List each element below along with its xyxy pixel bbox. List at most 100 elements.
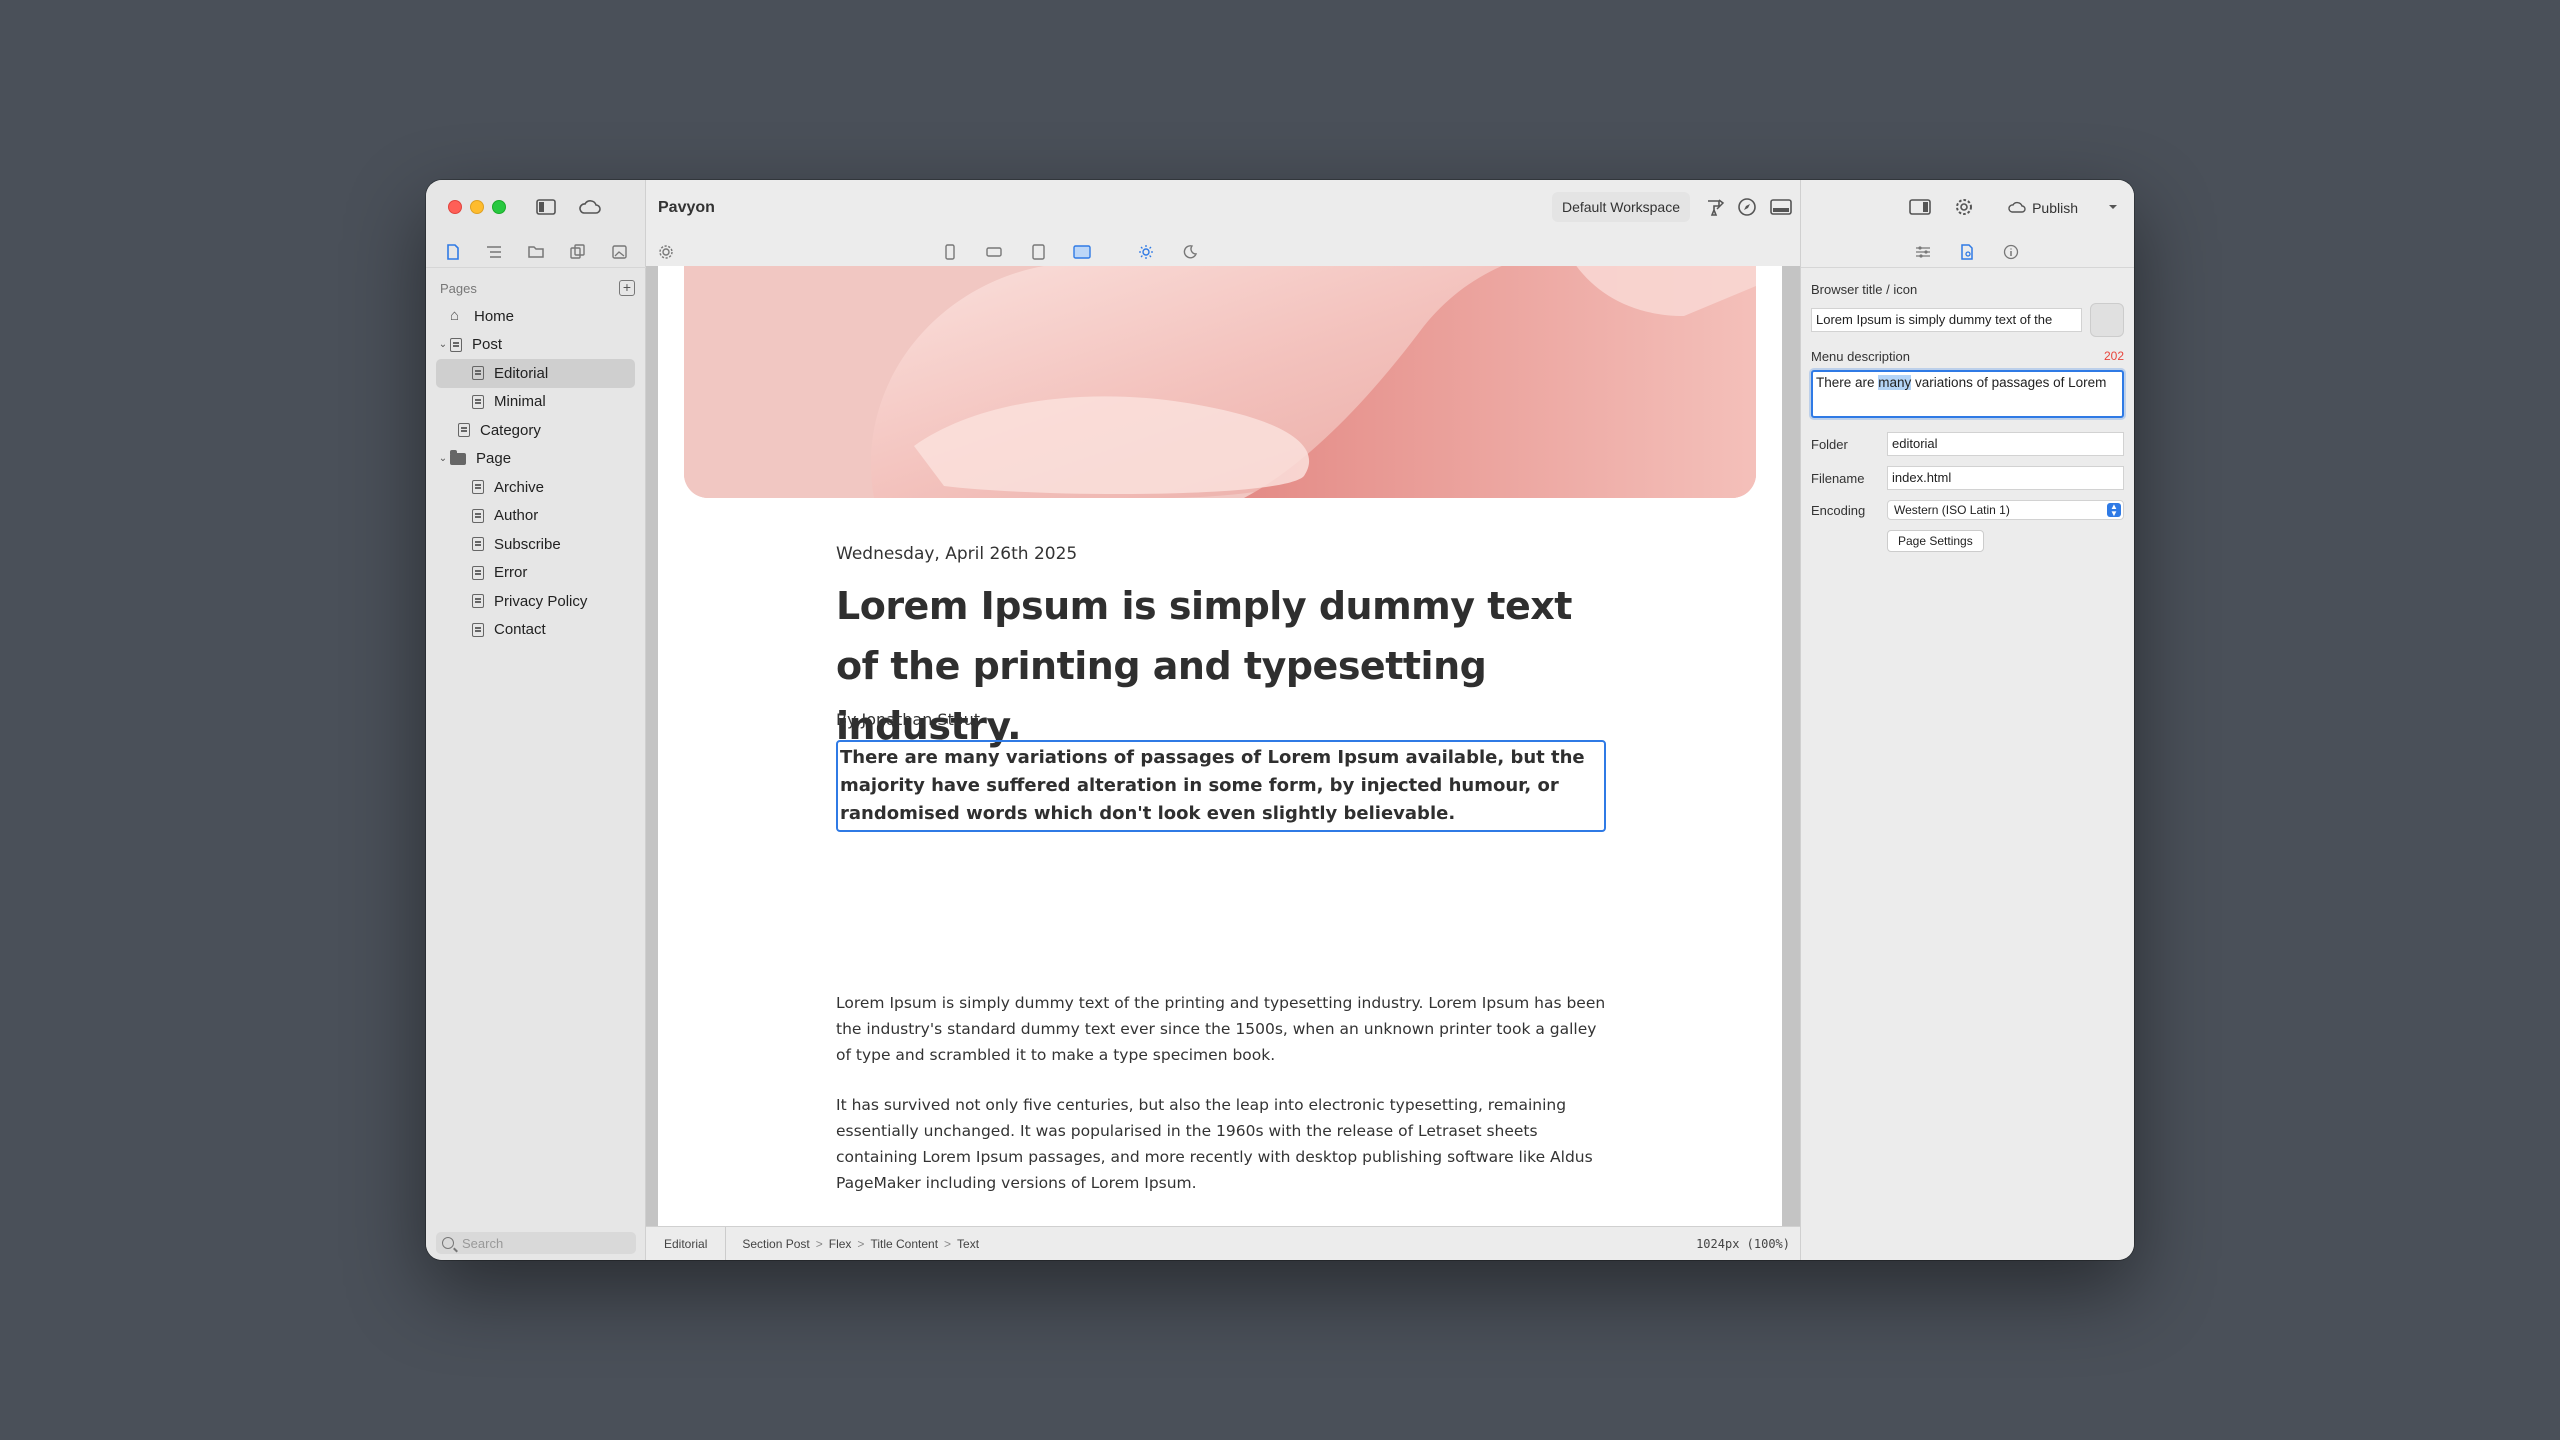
folder-row: Folder editorial [1811,432,2124,456]
menu-description-textarea[interactable]: There are many variations of passages of… [1811,370,2124,418]
select-arrows-icon: ▲ ▼ [2107,503,2121,518]
search-placeholder: Search [462,1235,504,1251]
breadcrumb-item[interactable]: Section Post [742,1237,809,1251]
sidebar-item-category[interactable]: Category [436,416,635,445]
folder-icon [450,449,466,465]
sliders-icon[interactable] [1913,242,1933,262]
sidebar-item-author[interactable]: Author [436,502,635,531]
close-window-button[interactable] [448,200,462,214]
article-excerpt-selected[interactable]: There are many variations of passages of… [836,740,1606,832]
character-counter: 202 [2103,349,2124,363]
zoom-window-button[interactable] [492,200,506,214]
cloud-icon[interactable] [578,196,602,218]
page-settings-tab-icon[interactable] [1957,242,1977,262]
tablet-icon[interactable] [1028,242,1048,262]
breadcrumb-item[interactable]: Title Content [870,1237,938,1251]
browser-title-label: Browser title / icon [1811,282,1918,297]
page-icon [458,423,470,438]
page-tree: ⌂ Home ⌄ Post Editorial Minimal Category [436,302,635,644]
encoding-label: Encoding [1811,502,1866,518]
page-icon [472,565,484,580]
chevron-down-icon[interactable]: ⌄ [436,453,450,464]
breadcrumb: Section Post > Flex > Title Content > Te… [742,1236,980,1251]
page-icon [472,366,484,381]
chevron-down-icon[interactable] [2100,194,2126,220]
status-bar: Editorial Section Post > Flex > Title Co… [646,1226,1800,1260]
panel-bottom-icon[interactable] [1768,194,1794,220]
sidebar: Pages + ⌂ Home ⌄ Post Editorial Minimal [426,180,646,1260]
sidebar-item-error[interactable]: Error [436,559,635,588]
sidebar-item-editorial[interactable]: Editorial [436,359,635,388]
app-title: Pavyon [658,199,715,216]
article-headline[interactable]: Lorem Ipsum is simply dummy text of the … [836,576,1606,756]
folder-input[interactable]: editorial [1887,432,2124,456]
folder-label: Folder [1811,436,1848,452]
canvas-toolbar [646,236,1800,268]
sidebar-item-minimal[interactable]: Minimal [436,388,635,417]
filename-input[interactable]: index.html [1887,466,2124,490]
article-paragraph[interactable]: It has survived not only five centuries,… [836,1092,1606,1196]
sidebar-item-privacy-policy[interactable]: Privacy Policy [436,587,635,616]
info-icon[interactable] [2001,242,2021,262]
search-icon [442,1237,454,1249]
phone-portrait-icon[interactable] [940,242,960,262]
minimize-window-button[interactable] [470,200,484,214]
cloud-upload-icon [2008,200,2026,216]
encoding-row: Encoding Western (ISO Latin 1) ▲ ▼ [1811,500,2124,520]
status-page-name: Editorial [646,1227,727,1260]
page-canvas: Wednesday, April 26th 2025 Lorem Ipsum i… [658,266,1782,1226]
folder-tab-icon[interactable] [523,239,549,265]
page-icon [472,622,484,637]
add-page-button[interactable]: + [619,280,635,296]
page-icon [472,394,484,409]
sidebar-item-archive[interactable]: Archive [436,473,635,502]
sidebar-search[interactable]: Search [436,1232,636,1254]
article-paragraph[interactable]: Lorem Ipsum is simply dummy text of the … [836,990,1606,1068]
sidebar-item-post[interactable]: ⌄ Post [436,331,635,360]
publish-label: Publish [2032,200,2078,216]
pages-tab-icon[interactable] [440,239,466,265]
favicon-well[interactable] [2090,303,2124,337]
desktop-icon[interactable] [1072,242,1092,262]
dark-mode-icon[interactable] [1180,242,1200,262]
hero-image[interactable] [684,266,1756,498]
encoding-select[interactable]: Western (ISO Latin 1) ▲ ▼ [1887,500,2124,520]
sidebar-toggle-icon[interactable] [534,196,558,218]
menu-description-label: Menu description [1811,349,1910,364]
panel-right-icon[interactable] [1907,194,1933,220]
image-tab-icon[interactable] [606,239,632,265]
workspace-selector[interactable]: Default Workspace [1551,192,1690,222]
sidebar-item-page[interactable]: ⌄ Page [436,445,635,474]
page-icon [472,480,484,495]
sidebar-item-subscribe[interactable]: Subscribe [436,530,635,559]
chevron-down-icon[interactable]: ⌄ [436,339,450,350]
inspector-panel: Publish Browser title / icon Lorem Ipsum… [1800,180,2134,1260]
page-icon [450,337,462,352]
breadcrumb-item[interactable]: Text [957,1237,979,1251]
outline-tab-icon[interactable] [481,239,507,265]
sidebar-item-contact[interactable]: Contact [436,616,635,645]
article-byline[interactable]: By Jonathan Stout [836,710,980,729]
text-selection: many [1878,375,1912,390]
light-mode-icon[interactable] [1136,242,1156,262]
publish-button[interactable]: Publish [2000,194,2086,222]
browser-title-input[interactable]: Lorem Ipsum is simply dummy text of the [1811,308,2082,332]
inspector-tabs [1801,236,2134,268]
brush-icon[interactable] [1702,194,1728,220]
compass-icon[interactable] [1734,194,1760,220]
duplicate-tab-icon[interactable] [565,239,591,265]
page-settings-button[interactable]: Page Settings [1887,530,1984,552]
inspector-body: Browser title / icon Lorem Ipsum is simp… [1801,268,2134,552]
article-date: Wednesday, April 26th 2025 [836,544,1078,564]
breadcrumb-item[interactable]: Flex [829,1237,852,1251]
gear-icon[interactable] [656,242,676,262]
filename-label: Filename [1811,470,1865,486]
inspector-toolbar: Publish [1801,180,2134,236]
pages-section-title: Pages [440,280,477,296]
phone-landscape-icon[interactable] [984,242,1004,262]
sidebar-item-home[interactable]: ⌂ Home [436,302,635,331]
settings-gear-icon[interactable] [1951,194,1977,220]
page-icon [472,508,484,523]
app-window: Pages + ⌂ Home ⌄ Post Editorial Minimal [426,180,2134,1260]
filename-row: Filename index.html [1811,466,2124,490]
